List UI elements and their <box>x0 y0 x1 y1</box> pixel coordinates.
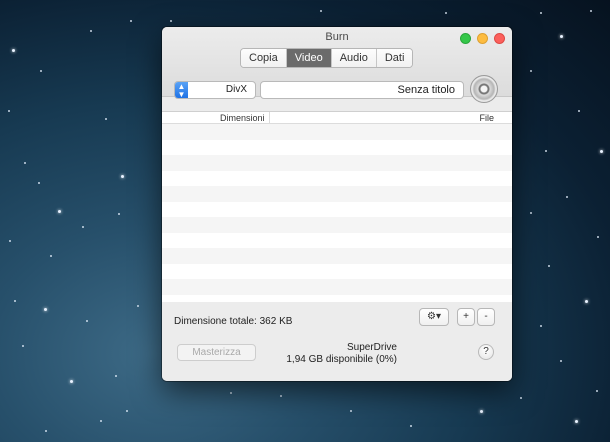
star <box>9 240 11 242</box>
star <box>70 380 73 383</box>
tab-video[interactable]: Video <box>286 49 332 67</box>
star <box>597 236 599 238</box>
add-button[interactable]: + <box>457 308 475 326</box>
star <box>40 70 42 72</box>
star <box>560 360 562 362</box>
star <box>530 212 532 214</box>
star <box>90 30 92 32</box>
format-select[interactable]: ▲ ▼ DivX <box>174 81 256 99</box>
minimize-button[interactable] <box>477 33 488 44</box>
toolbar-row: ▲ ▼ DivX Senza titolo <box>174 75 500 103</box>
star <box>44 308 47 311</box>
list-item <box>162 232 512 248</box>
total-size-label: Dimensione totale: 362 KB <box>174 316 293 327</box>
star <box>566 196 568 198</box>
star <box>480 410 483 413</box>
list-item <box>162 201 512 217</box>
star <box>545 150 547 152</box>
list-item <box>162 139 512 155</box>
star <box>560 35 563 38</box>
select-arrows-icon: ▲ ▼ <box>175 82 188 98</box>
star <box>105 118 107 120</box>
list-item <box>162 263 512 279</box>
column-header-file[interactable]: File <box>479 112 494 124</box>
burn-window: Burn Copia Video Audio Dati ▲ ▼ DivX Senz… <box>162 27 512 381</box>
drive-info: SuperDrive 1,94 GB disponibile (0%) <box>262 342 397 366</box>
star <box>548 265 550 267</box>
list-header: Dimensioni File <box>162 112 512 124</box>
zoom-button[interactable] <box>460 33 471 44</box>
star <box>22 345 24 347</box>
list-item <box>162 155 512 171</box>
options-button[interactable]: ⚙▾ <box>419 308 449 326</box>
star <box>38 182 40 184</box>
star <box>540 325 542 327</box>
star <box>86 320 88 322</box>
star <box>600 150 603 153</box>
remove-button[interactable]: - <box>477 308 495 326</box>
star <box>230 392 232 394</box>
star <box>578 110 580 112</box>
star <box>410 425 412 427</box>
star <box>590 10 592 12</box>
list-rows <box>162 124 512 310</box>
star <box>137 305 139 307</box>
star <box>58 210 61 213</box>
star <box>575 420 578 423</box>
star <box>50 255 52 257</box>
mode-tabs: Copia Video Audio Dati <box>240 48 414 68</box>
window-controls <box>460 33 505 44</box>
star <box>530 70 532 72</box>
tab-dati[interactable]: Dati <box>376 49 413 67</box>
help-button[interactable]: ? <box>478 344 494 360</box>
star <box>585 300 588 303</box>
star <box>24 162 26 164</box>
title-bar: Burn Copia Video Audio Dati ▲ ▼ DivX Senz… <box>162 27 512 103</box>
star <box>320 10 322 12</box>
gear-icon: ⚙▾ <box>427 311 441 322</box>
star <box>540 12 542 14</box>
tab-copia[interactable]: Copia <box>241 49 287 67</box>
star <box>126 410 128 412</box>
star <box>280 395 282 397</box>
list-item <box>162 170 512 186</box>
disc-title-field[interactable]: Senza titolo <box>260 81 464 99</box>
list-item <box>162 279 512 295</box>
list-item <box>162 186 512 202</box>
star <box>115 375 117 377</box>
star <box>82 226 84 228</box>
column-header-size[interactable]: Dimensioni <box>218 112 270 124</box>
close-button[interactable] <box>494 33 505 44</box>
star <box>445 12 447 14</box>
star <box>45 430 47 432</box>
star <box>350 410 352 412</box>
file-list[interactable]: Dimensioni File <box>162 111 512 310</box>
format-value: DivX <box>225 84 247 95</box>
star <box>520 397 522 399</box>
list-item <box>162 248 512 264</box>
burn-button[interactable]: Masterizza <box>177 344 256 361</box>
drive-name: SuperDrive <box>346 342 397 353</box>
star <box>12 49 15 52</box>
disc-icon <box>470 75 498 103</box>
star <box>100 420 102 422</box>
star <box>8 110 10 112</box>
list-item <box>162 217 512 233</box>
drive-available: 1,94 GB disponibile (0%) <box>286 354 397 365</box>
star <box>118 213 120 215</box>
star <box>14 300 16 302</box>
tab-audio[interactable]: Audio <box>331 49 377 67</box>
star <box>596 390 598 392</box>
list-item <box>162 124 512 140</box>
star <box>121 175 124 178</box>
star <box>170 20 172 22</box>
star <box>130 20 132 22</box>
footer-panel: Dimensione totale: 362 KB ⚙▾ + - Masteri… <box>162 302 512 381</box>
